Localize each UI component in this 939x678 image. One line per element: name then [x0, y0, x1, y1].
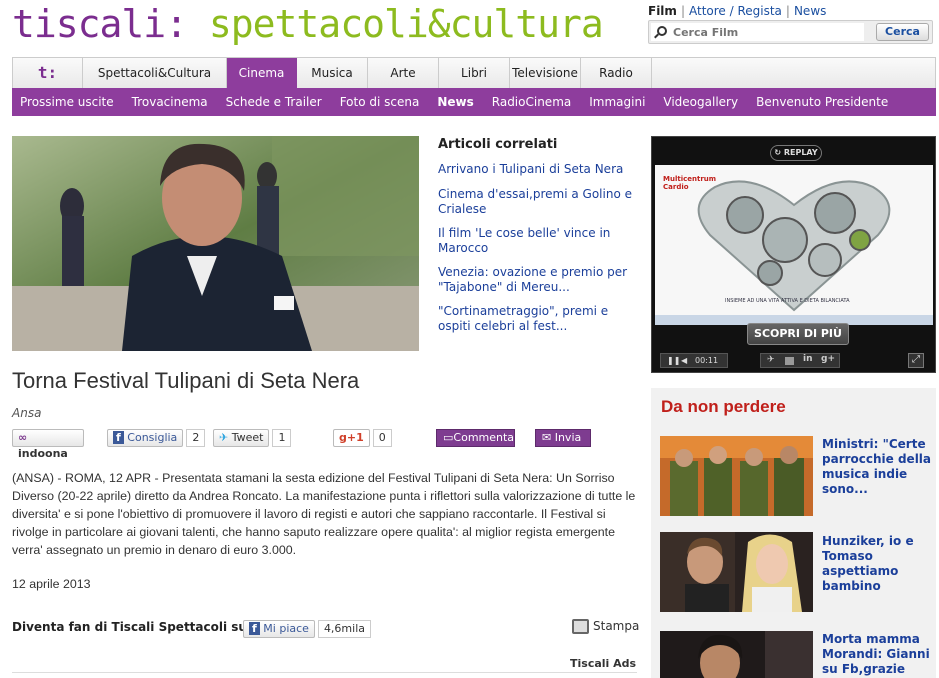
search-type-film[interactable]: Film: [648, 4, 677, 18]
gplus-icon: g: [339, 431, 347, 444]
gplus-count: 0: [372, 429, 392, 447]
facebook-icon: f: [113, 431, 124, 444]
ad-brand: Multicentrum Cardio: [663, 175, 717, 191]
print-button[interactable]: Stampa: [572, 619, 639, 634]
subnav-prossime-uscite[interactable]: Prossime uscite: [20, 88, 114, 116]
article-date: 12 aprile 2013: [12, 577, 91, 591]
search-input[interactable]: [651, 23, 864, 41]
facebook-icon: f: [249, 622, 260, 635]
news-thumbnail[interactable]: [660, 631, 813, 678]
tweet-label: Tweet: [231, 431, 264, 444]
video-player[interactable]: ↻ REPLAY Multicentrum Cardio INSIEME AD …: [651, 136, 936, 373]
subnav-benvenuto-presidente[interactable]: Benvenuto Presidente: [756, 88, 888, 116]
article-body: (ANSA) - ROMA, 12 APR - Presentata stama…: [12, 471, 636, 557]
news-headline-link[interactable]: Morta mamma Morandi: Gianni su Fb,grazie: [822, 632, 932, 677]
related-articles-title: Articoli correlati: [438, 137, 558, 152]
related-article-link[interactable]: Arrivano i Tulipani di Seta Nera: [438, 162, 633, 177]
like-label: Mi piace: [263, 622, 309, 635]
search-button[interactable]: Cerca: [876, 23, 929, 41]
facebook-recommend[interactable]: f Consiglia 2: [107, 429, 206, 447]
search-icon: [657, 26, 667, 36]
article-title: Torna Festival Tulipani di Seta Nera: [12, 368, 360, 393]
print-label: Stampa: [593, 619, 640, 633]
volume-icon[interactable]: ◀: [681, 354, 687, 367]
fan-text: Diventa fan di Tiscali Spettacoli su FB: [12, 620, 269, 634]
related-article-link[interactable]: Venezia: ovazione e premio per "Tajabone…: [438, 265, 633, 295]
subnav-videogallery[interactable]: Videogallery: [663, 88, 738, 116]
subnav-immagini[interactable]: Immagini: [589, 88, 645, 116]
replay-icon: ↻: [774, 148, 784, 157]
search-type-news[interactable]: News: [794, 4, 826, 18]
related-article-link[interactable]: Il film 'Le cose belle' vince in Marocco: [438, 226, 633, 256]
replay-button[interactable]: ↻ REPLAY: [770, 145, 822, 161]
tab-musica[interactable]: Musica: [297, 58, 368, 88]
video-share-bar: ✈ in g+: [760, 353, 840, 368]
send-label: Invia: [554, 431, 582, 444]
facebook-icon[interactable]: [785, 357, 794, 365]
indoona-label: indoona: [18, 447, 68, 460]
replay-label: REPLAY: [783, 148, 818, 157]
tab-televisione[interactable]: Televisione: [510, 58, 581, 88]
news-headline-link[interactable]: Ministri: "Certe parrocchie della musica…: [822, 437, 932, 497]
logo-brand: tiscali:: [12, 2, 188, 46]
consiglia-label: Consiglia: [127, 431, 178, 444]
tweet-count: 1: [272, 429, 292, 447]
search-box: Cerca: [648, 20, 933, 44]
video-ad-stage[interactable]: Multicentrum Cardio INSIEME AD UNA VITA …: [655, 165, 933, 325]
news-thumbnail[interactable]: [660, 436, 813, 516]
like-count: 4,6mila: [317, 620, 371, 638]
twitter-icon: ✈: [219, 431, 229, 444]
divider: [12, 672, 637, 673]
mail-icon: ✉: [542, 431, 555, 444]
site-logo[interactable]: tiscali: spettacoli&cultura: [12, 2, 604, 46]
ads-label: Tiscali Ads: [570, 657, 637, 670]
discover-more-button[interactable]: SCOPRI DI PIÙ: [747, 323, 849, 345]
article-photo: [12, 136, 419, 351]
twitter-icon[interactable]: ✈: [767, 355, 775, 365]
subnav-radiocinema[interactable]: RadioCinema: [492, 88, 571, 116]
news-headline-link[interactable]: Hunziker, io e Tomaso aspettiamo bambino: [822, 534, 932, 594]
sub-nav: Prossime uscite Trovacinema Schede e Tra…: [12, 88, 936, 116]
send-button[interactable]: ✉ Invia: [535, 429, 591, 447]
tab-radio[interactable]: Radio: [581, 58, 652, 88]
main-nav: t: Spettacoli&Cultura Cinema Musica Arte…: [12, 57, 936, 88]
gplus-label: +1: [346, 431, 364, 444]
consiglia-count: 2: [186, 429, 206, 447]
subnav-schede-trailer[interactable]: Schede e Trailer: [226, 88, 322, 116]
related-article-link[interactable]: "Cortinametraggio", premi e ospiti celeb…: [438, 304, 633, 334]
search-type-actor[interactable]: Attore / Regista: [689, 4, 782, 18]
pause-icon[interactable]: ❚❚: [667, 354, 680, 367]
tweet-button[interactable]: ✈ Tweet 1: [213, 429, 292, 447]
gplus-button[interactable]: g+1 0: [333, 429, 392, 447]
comment-icon: ▭: [443, 431, 454, 444]
subnav-news[interactable]: News: [437, 88, 473, 116]
da-non-perdere-title: Da non perdere: [661, 397, 786, 416]
search-type-links: Film | Attore / Regista | News: [648, 4, 827, 18]
home-logo-tab[interactable]: t:: [13, 58, 83, 88]
subnav-foto-di-scena[interactable]: Foto di scena: [340, 88, 420, 116]
ad-tagline: INSIEME AD UNA VITA ATTIVA E DIETA BILAN…: [725, 298, 850, 304]
fullscreen-icon[interactable]: ⤢: [908, 353, 924, 368]
related-article-link[interactable]: Cinema d'essai,premi a Golino e Crialese: [438, 187, 633, 217]
logo-section: spettacoli&cultura: [208, 2, 604, 46]
facebook-like[interactable]: f Mi piace 4,6mila: [243, 620, 371, 638]
subnav-trovacinema[interactable]: Trovacinema: [132, 88, 208, 116]
linkedin-icon[interactable]: in: [803, 354, 813, 364]
gplus-icon[interactable]: g+: [821, 354, 835, 364]
comment-button[interactable]: ▭Commenta: [436, 429, 515, 447]
tab-arte[interactable]: Arte: [368, 58, 439, 88]
news-thumbnail[interactable]: [660, 532, 813, 612]
article-source: Ansa: [12, 406, 42, 420]
tab-libri[interactable]: Libri: [439, 58, 510, 88]
time-display: 00:11: [695, 356, 719, 365]
tab-cinema[interactable]: Cinema: [227, 58, 297, 88]
playback-controls[interactable]: ❚❚ ◀ 00:11: [660, 353, 728, 368]
indoona-share[interactable]: ∞ indoona: [12, 429, 84, 460]
comment-label: Commenta: [453, 431, 515, 444]
tab-spettacoli-cultura[interactable]: Spettacoli&Cultura: [83, 58, 227, 88]
indoona-icon: ∞: [18, 431, 28, 444]
printer-icon: [572, 619, 589, 634]
